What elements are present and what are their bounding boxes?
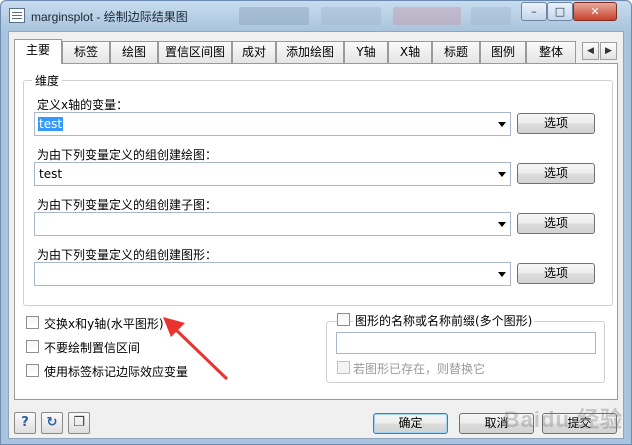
tab-pairwise[interactable]: 成对 <box>232 41 276 63</box>
dimensions-group-title: 维度 <box>32 72 63 89</box>
help-icon[interactable]: ? <box>14 412 36 434</box>
tab-titles[interactable]: 标题 <box>432 41 480 63</box>
use-labels-checkbox[interactable] <box>26 364 39 377</box>
background-taskbar-blur <box>393 7 461 25</box>
tab-labels[interactable]: 标签 <box>62 41 110 63</box>
title-bar[interactable]: marginsplot - 绘制边际结果图 – □ ✕ <box>1 1 631 31</box>
swap-xy-checkbox[interactable] <box>26 316 39 329</box>
plot-groups-options-button[interactable]: 选项 <box>517 163 595 184</box>
minimize-button[interactable]: – <box>521 2 547 21</box>
background-taskbar-blur <box>471 7 511 25</box>
annotation-arrow <box>163 317 229 381</box>
no-ci-label[interactable]: 不要绘制置信区间 <box>44 339 140 356</box>
subgraph-groups-options-button[interactable]: 选项 <box>517 213 595 234</box>
replace-graph-label: 若图形已存在，则替换它 <box>353 362 486 376</box>
tab-scroll-right-button[interactable]: ▶ <box>600 42 617 60</box>
x-axis-variable-combobox[interactable]: test <box>34 112 511 136</box>
graph-groups-options-button[interactable]: 选项 <box>517 263 595 284</box>
tab-x-axis[interactable]: X轴 <box>388 41 432 63</box>
dialog-window: marginsplot - 绘制边际结果图 – □ ✕ 主要 标签 绘图 置信区… <box>0 0 632 445</box>
chevron-down-icon[interactable] <box>498 222 506 227</box>
subgraph-groups-combobox[interactable] <box>34 212 511 236</box>
maximize-button[interactable]: □ <box>547 2 573 21</box>
chevron-down-icon[interactable] <box>498 272 506 277</box>
window-title: marginsplot - 绘制边际结果图 <box>31 10 188 24</box>
subgraph-groups-label: 为由下列变量定义的组创建子图： <box>37 198 218 212</box>
close-button[interactable]: ✕ <box>573 2 617 21</box>
plot-groups-value: test <box>39 167 63 181</box>
replace-graph-checkbox[interactable] <box>337 361 350 374</box>
tab-main[interactable]: 主要 <box>14 39 62 64</box>
tab-y-axis[interactable]: Y轴 <box>344 41 388 63</box>
chevron-down-icon[interactable] <box>498 122 506 127</box>
x-axis-options-button[interactable]: 选项 <box>517 113 595 134</box>
graph-groups-label: 为由下列变量定义的组创建图形： <box>37 248 218 262</box>
x-axis-variable-value: test <box>38 117 64 131</box>
chevron-down-icon[interactable] <box>498 172 506 177</box>
ok-button[interactable]: 确定 <box>373 413 448 434</box>
tab-add-plot[interactable]: 添加绘图 <box>276 41 344 63</box>
graph-name-checkbox-label[interactable]: 图形的名称或名称前缀(多个图形) <box>353 312 535 329</box>
tab-overall[interactable]: 整体 <box>526 41 576 63</box>
background-taskbar-blur <box>321 7 381 25</box>
copy-icon[interactable]: ❐ <box>68 412 90 434</box>
swap-xy-label[interactable]: 交换x和y轴(水平图形) <box>44 315 164 332</box>
tab-strip: 主要 标签 绘图 置信区间图 成对 添加绘图 Y轴 X轴 标题 图例 整体 <box>14 39 580 64</box>
plot-groups-combobox[interactable]: test <box>34 162 511 186</box>
no-ci-checkbox[interactable] <box>26 340 39 353</box>
graph-name-checkbox[interactable] <box>337 313 350 326</box>
reset-icon[interactable]: ↻ <box>41 412 63 434</box>
graph-groups-combobox[interactable] <box>34 262 511 286</box>
tab-ci-plot[interactable]: 置信区间图 <box>158 41 232 63</box>
app-icon <box>9 8 25 23</box>
background-taskbar-blur <box>239 7 309 25</box>
tab-plot[interactable]: 绘图 <box>110 41 158 63</box>
tab-legend[interactable]: 图例 <box>480 41 526 63</box>
watermark: Baidu 经验 <box>503 407 623 432</box>
plot-groups-label: 为由下列变量定义的组创建绘图： <box>37 148 218 162</box>
graph-name-input[interactable] <box>336 332 596 354</box>
tab-scroll-left-button[interactable]: ◀ <box>582 42 599 60</box>
x-axis-variable-label: 定义x轴的变量： <box>37 98 129 112</box>
